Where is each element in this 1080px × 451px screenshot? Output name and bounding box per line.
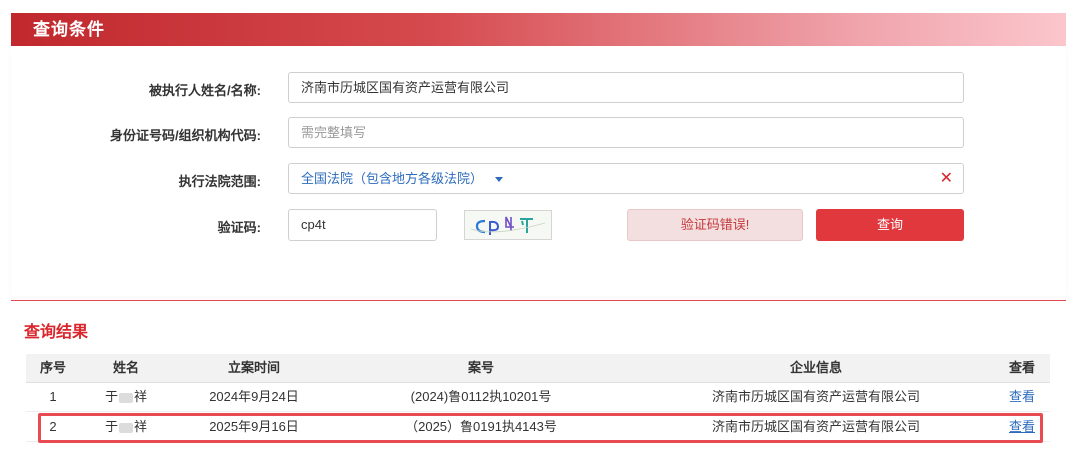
- close-icon[interactable]: ✕: [940, 164, 953, 193]
- col-index: 序号: [39, 360, 66, 375]
- captcha-input[interactable]: cp4t: [288, 209, 437, 241]
- view-link[interactable]: 查看: [994, 383, 1050, 411]
- name-input[interactable]: 济南市历城区国有资产运营有限公司: [288, 72, 964, 103]
- results-title: 查询结果: [24, 324, 89, 341]
- name-label: 被执行人姓名/名称:: [149, 83, 261, 98]
- table-row: 1 于祥 2024年9月24日 (2024)鲁0112执10201号 济南市历城…: [26, 383, 1050, 412]
- view-link-label[interactable]: 查看: [1009, 389, 1035, 404]
- captcha-error-message: 验证码错误!: [627, 209, 803, 241]
- id-label: 身份证号码/组织机构代码:: [110, 128, 261, 143]
- row-case-no: (2024)鲁0112执10201号: [410, 389, 552, 404]
- row-index: 1: [49, 389, 57, 404]
- col-date: 立案时间: [227, 360, 280, 375]
- court-select[interactable]: 全国法院（包含地方各级法院） ✕: [288, 163, 964, 194]
- id-input[interactable]: 需完整填写: [288, 117, 964, 148]
- col-view: 查看: [1008, 360, 1035, 375]
- row-date: 2024年9月24日: [209, 389, 299, 404]
- captcha-picture: [470, 216, 546, 235]
- section-divider: [11, 300, 1066, 301]
- masked-name-char: [119, 392, 133, 403]
- col-name: 姓名: [112, 360, 139, 375]
- court-select-value: 全国法院（包含地方各级法院）: [301, 171, 484, 186]
- row-company: 济南市历城区国有资产运营有限公司: [711, 389, 920, 404]
- row-name: 于祥: [94, 383, 158, 411]
- captcha-label: 验证码:: [217, 220, 261, 235]
- query-conditions-header: 查询条件: [11, 13, 1066, 46]
- name-last-char: 祥: [134, 389, 148, 404]
- query-button[interactable]: 查询: [816, 209, 964, 241]
- col-company: 企业信息: [789, 360, 842, 375]
- chevron-down-icon[interactable]: [494, 177, 503, 183]
- highlight-annotation: [38, 413, 1043, 443]
- col-case-no: 案号: [467, 360, 494, 375]
- header-title: 查询条件: [33, 20, 105, 39]
- captcha-image[interactable]: [464, 210, 552, 240]
- table-header: 序号 姓名 立案时间 案号 企业信息 查看: [26, 354, 1050, 383]
- court-label: 执行法院范围:: [178, 174, 261, 189]
- name-first-char: 于: [104, 389, 118, 404]
